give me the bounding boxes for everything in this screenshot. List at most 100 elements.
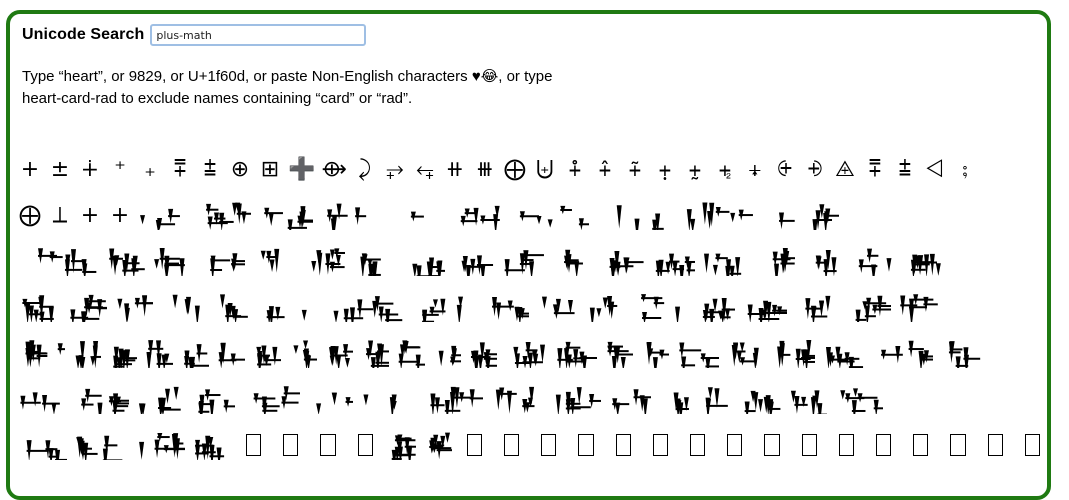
cuneiform-result[interactable] (387, 430, 417, 460)
cuneiform-result[interactable] (874, 338, 934, 368)
cuneiform-result[interactable] (72, 338, 102, 368)
cuneiform-result[interactable] (802, 246, 846, 276)
missing-glyph-result[interactable] (838, 434, 855, 456)
missing-glyph-result[interactable] (283, 434, 299, 456)
cuneiform-result[interactable] (76, 384, 130, 414)
symbol-result[interactable]: ⩱ (168, 149, 192, 189)
cuneiform-result[interactable] (902, 246, 946, 276)
cuneiform-result[interactable] (940, 338, 984, 368)
cuneiform-result[interactable] (18, 246, 100, 276)
cuneiform-result[interactable] (138, 200, 182, 230)
cuneiform-result[interactable] (536, 292, 580, 322)
symbol-result[interactable]: ⨞ (923, 149, 947, 189)
cuneiform-result[interactable] (114, 292, 154, 322)
cuneiform-result[interactable] (242, 384, 302, 414)
symbol-result[interactable]: ⊞ (258, 149, 282, 189)
symbol-result[interactable]: ∔ (78, 149, 102, 189)
cuneiform-result[interactable] (66, 292, 108, 322)
symbol-result[interactable]: + (108, 195, 132, 235)
cuneiform-result[interactable] (586, 292, 632, 322)
symbol-result[interactable]: + (18, 149, 42, 189)
symbol-result[interactable]: ⨤ (623, 149, 647, 189)
symbol-result[interactable]: ➕ (288, 149, 315, 189)
cuneiform-result[interactable] (258, 200, 314, 230)
symbol-result[interactable]: ⁺ (108, 149, 132, 189)
cuneiform-result[interactable] (414, 384, 484, 414)
missing-glyph-result[interactable] (764, 434, 780, 456)
cuneiform-result[interactable] (188, 200, 252, 230)
symbol-result[interactable]: ⨁ (503, 149, 527, 189)
missing-glyph-result[interactable] (578, 434, 594, 456)
cuneiform-result[interactable] (602, 246, 646, 276)
cuneiform-result[interactable] (423, 430, 453, 460)
cuneiform-result[interactable] (638, 292, 684, 322)
cuneiform-result[interactable] (328, 292, 406, 322)
missing-glyph-result[interactable] (541, 434, 557, 456)
cuneiform-result[interactable] (18, 430, 68, 460)
cuneiform-result[interactable] (514, 200, 590, 230)
cuneiform-result[interactable] (502, 246, 546, 276)
cuneiform-result[interactable] (18, 384, 70, 414)
cuneiform-result[interactable] (658, 384, 692, 414)
symbol-result[interactable]: ⊕ (228, 149, 252, 189)
missing-glyph-result[interactable] (690, 434, 706, 456)
symbol-result[interactable]: ⨦ (683, 149, 707, 189)
symbol-result[interactable]: ⤸ (353, 149, 377, 189)
symbol-result[interactable]: ⨁ (18, 195, 42, 235)
missing-glyph-result[interactable] (615, 434, 631, 456)
symbol-result[interactable]: ⟴ (321, 149, 346, 189)
cuneiform-result[interactable] (680, 200, 758, 230)
missing-glyph-result[interactable] (504, 434, 520, 456)
symbol-result[interactable]: ⨭ (773, 149, 797, 189)
cuneiform-result[interactable] (490, 384, 540, 414)
cuneiform-result[interactable] (788, 384, 828, 414)
cuneiform-result[interactable] (360, 338, 390, 368)
cuneiform-result[interactable] (740, 384, 782, 414)
cuneiform-result[interactable] (106, 246, 146, 276)
cuneiform-result[interactable] (452, 246, 496, 276)
cuneiform-result[interactable] (402, 246, 446, 276)
cuneiform-result[interactable] (822, 338, 868, 368)
cuneiform-result[interactable] (652, 246, 696, 276)
cuneiform-result[interactable] (546, 384, 602, 414)
symbol-result[interactable]: ⨮ (803, 149, 827, 189)
cuneiform-result[interactable] (852, 246, 896, 276)
symbol-result[interactable]: ⨟ (953, 149, 977, 189)
missing-glyph-result[interactable] (987, 434, 1003, 456)
missing-glyph-result[interactable] (801, 434, 817, 456)
symbol-result[interactable]: ⨨ (743, 149, 767, 189)
cuneiform-result[interactable] (260, 292, 322, 322)
cuneiform-result[interactable] (210, 292, 254, 322)
symbol-result[interactable]: ⧺ (443, 149, 467, 189)
cuneiform-result[interactable] (504, 338, 548, 368)
cuneiform-result[interactable] (412, 292, 474, 322)
cuneiform-result[interactable] (352, 246, 396, 276)
cuneiform-result[interactable] (18, 292, 60, 322)
symbol-result[interactable]: ⧻ (473, 149, 497, 189)
missing-glyph-result[interactable] (913, 434, 929, 456)
symbol-result[interactable]: ⩱ (863, 149, 887, 189)
cuneiform-result[interactable] (324, 338, 354, 368)
cuneiform-result[interactable] (132, 430, 186, 460)
cuneiform-result[interactable] (202, 246, 246, 276)
cuneiform-result[interactable] (252, 246, 296, 276)
cuneiform-result[interactable] (396, 338, 426, 368)
missing-glyph-result[interactable] (1024, 434, 1041, 456)
cuneiform-result[interactable] (676, 338, 720, 368)
cuneiform-result[interactable] (742, 292, 788, 322)
symbol-result[interactable]: + (78, 195, 102, 235)
cuneiform-result[interactable] (726, 338, 762, 368)
missing-glyph-result[interactable] (466, 434, 483, 456)
search-input[interactable] (150, 24, 367, 46)
cuneiform-result[interactable] (216, 338, 246, 368)
cuneiform-result[interactable] (74, 430, 126, 460)
cuneiform-result[interactable] (768, 338, 816, 368)
cuneiform-result[interactable] (794, 292, 840, 322)
cuneiform-result[interactable] (136, 384, 182, 414)
cuneiform-result[interactable] (702, 246, 746, 276)
symbol-result[interactable]: ⨥ (653, 149, 677, 189)
cuneiform-result[interactable] (698, 384, 734, 414)
cuneiform-result[interactable] (152, 246, 196, 276)
symbol-result[interactable]: ⟂ (48, 195, 72, 235)
cuneiform-result[interactable] (480, 292, 530, 322)
